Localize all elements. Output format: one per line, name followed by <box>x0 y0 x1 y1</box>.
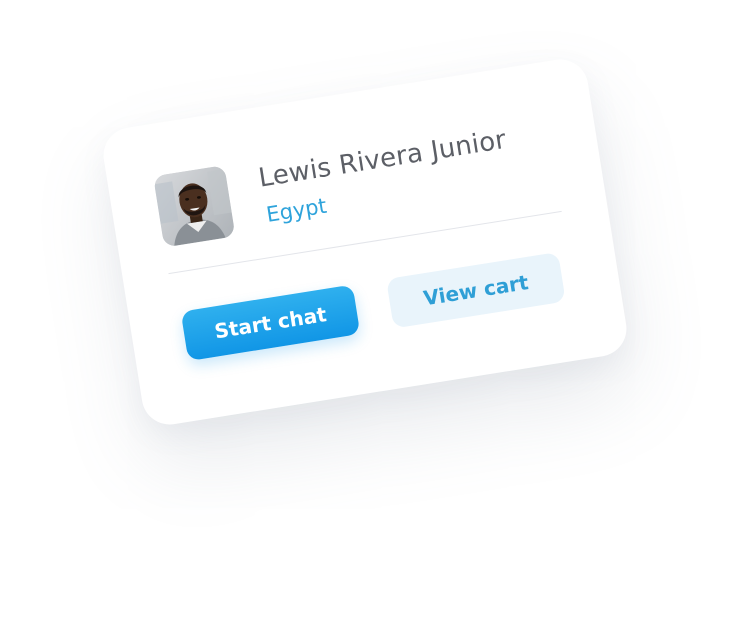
view-cart-button[interactable]: View cart <box>386 251 566 329</box>
profile-card: Lewis Rivera Junior Egypt Start chat Vie… <box>99 55 631 429</box>
avatar-photo <box>153 165 236 248</box>
profile-name: Lewis Rivera Junior <box>256 124 509 194</box>
page-stage: Lewis Rivera Junior Egypt Start chat Vie… <box>0 0 732 622</box>
profile-country: Egypt <box>264 193 329 227</box>
avatar <box>153 165 236 248</box>
start-chat-button[interactable]: Start chat <box>180 284 361 362</box>
